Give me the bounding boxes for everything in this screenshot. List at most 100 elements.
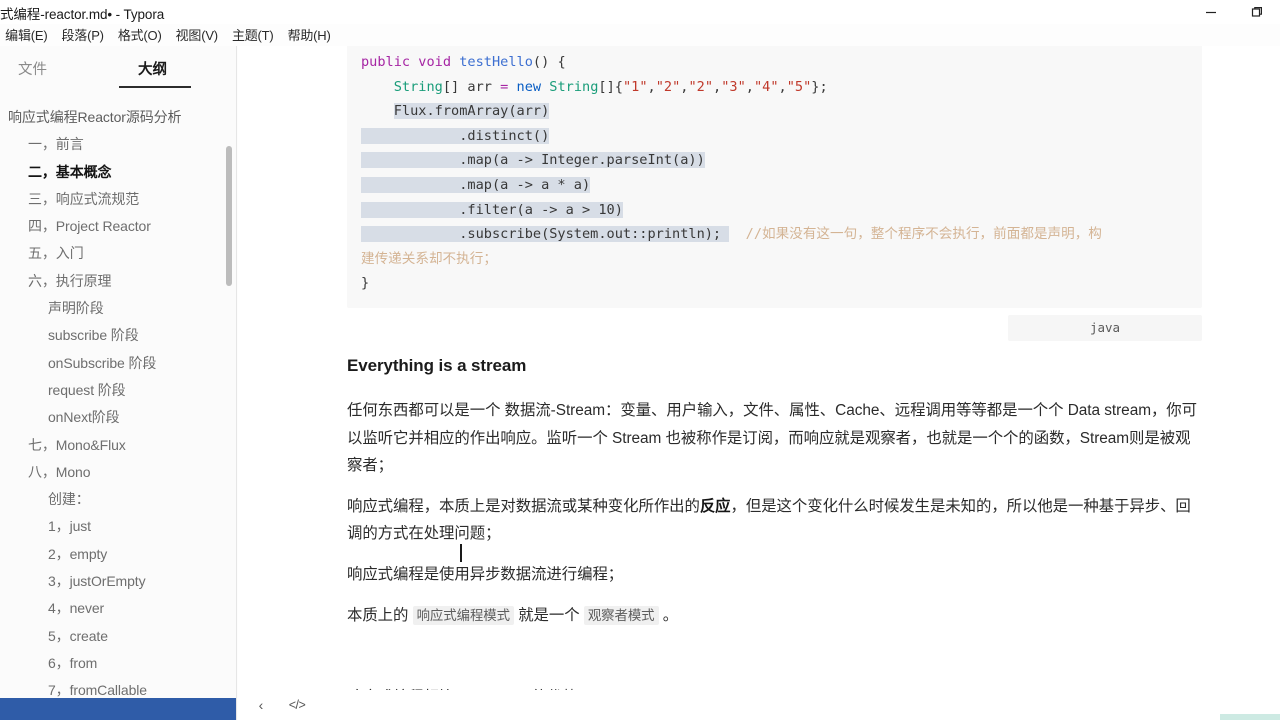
theme-menu[interactable]: 主题(T)	[225, 26, 281, 46]
outline-item[interactable]: 一，前言	[0, 131, 236, 158]
code-content[interactable]: public void testHello() { String[] arr =…	[347, 50, 1202, 296]
view-menu[interactable]: 视图(V)	[169, 26, 225, 46]
outline-item[interactable]: 2，empty	[0, 541, 236, 568]
paragraph-menu[interactable]: 段落(P)	[54, 26, 110, 46]
desktop-edge-strip	[1220, 714, 1280, 720]
text-caret	[460, 544, 462, 562]
tab-files[interactable]: 文件	[18, 58, 47, 79]
code-token: ,	[745, 78, 754, 95]
code-token: void	[418, 54, 452, 70]
outline-item[interactable]: 六，执行原理	[0, 268, 236, 295]
code-line[interactable]: public void testHello() {	[361, 50, 1202, 75]
page-heading: Everything is a stream	[347, 356, 527, 375]
help-menu[interactable]: 帮助(H)	[281, 26, 338, 46]
code-token: .subscribe(System.out::println);	[393, 226, 730, 243]
code-token: []	[442, 78, 468, 95]
outline-list: 响应式编程Reactor源码分析 一，前言 二，基本概念 三，响应式流规范 四，Proj…	[0, 104, 236, 715]
code-token: .map(a -> a * a)	[393, 176, 591, 193]
code-token	[361, 152, 394, 169]
code-token: .filter(a -> a > 10)	[393, 201, 623, 218]
tab-active-indicator	[119, 86, 191, 88]
code-token: }	[361, 275, 370, 292]
minimize-icon[interactable]	[1188, 0, 1234, 24]
window-controls	[1188, 0, 1280, 24]
code-token: ,	[778, 78, 787, 95]
code-token: Flux.fromArray(arr)	[393, 103, 550, 120]
code-token	[361, 226, 394, 243]
outline-item[interactable]: 6，from	[0, 650, 236, 677]
code-token: "1"	[622, 78, 648, 95]
code-line[interactable]: .map(a -> Integer.parseInt(a))	[361, 148, 1202, 173]
format-menu[interactable]: 格式(O)	[111, 26, 169, 46]
window-title: 式编程-reactor.md• - Typora	[0, 7, 165, 22]
code-token	[361, 127, 394, 144]
outline-item[interactable]: 5，create	[0, 623, 236, 650]
code-token: testHello	[459, 54, 533, 70]
code-token: "3"	[721, 78, 746, 95]
title-bar: 式编程-reactor.md• - Typora	[0, 0, 1280, 24]
code-token: 建传递关系却不执行；	[361, 250, 497, 267]
sidebar-tabs: 文件 大纲	[0, 46, 236, 88]
outline-item[interactable]: 创建：	[0, 486, 236, 513]
code-line[interactable]: .filter(a -> a > 10)	[361, 198, 1202, 223]
outline-item[interactable]: 五，入门	[0, 240, 236, 267]
paragraph-async-stream[interactable]: 响应式编程是使用异步数据流进行编程；	[347, 561, 1205, 589]
code-token: .map(a -> Integer.parseInt(a))	[393, 152, 705, 169]
paragraph-observer-pattern[interactable]: 本质上的 响应式编程模式 就是一个 观察者模式 。	[347, 602, 1205, 630]
code-line[interactable]: .distinct()	[361, 124, 1202, 149]
code-language-label[interactable]: java	[1008, 314, 1202, 341]
outline-item[interactable]: 声明阶段	[0, 295, 236, 322]
code-token	[361, 176, 394, 193]
outline-item[interactable]: subscribe 阶段	[0, 322, 236, 349]
tab-outline[interactable]: 大纲	[138, 58, 167, 79]
outline-item[interactable]: onSubscribe 阶段	[0, 350, 236, 377]
code-token	[361, 201, 394, 218]
outline-item[interactable]: request 阶段	[0, 377, 236, 404]
code-token: String	[549, 78, 599, 95]
outline-item[interactable]: 1，just	[0, 513, 236, 540]
code-token: };	[811, 78, 828, 95]
code-token: "5"	[786, 78, 812, 95]
outline-item[interactable]: 三，响应式流规范	[0, 186, 236, 213]
paragraph-stream-definition[interactable]: 任何东西都可以是一个 数据流-Stream：变量、用户输入，文件、属性、Cach…	[347, 397, 1205, 480]
outline-item[interactable]: 响应式编程Reactor源码分析	[0, 104, 236, 131]
outline-item[interactable]: onNext阶段	[0, 404, 236, 431]
taskbar-strip	[0, 698, 236, 720]
code-token: "4"	[753, 78, 779, 95]
code-line[interactable]: .map(a -> a * a)	[361, 173, 1202, 198]
editor-content[interactable]: public void testHello() { String[] arr =…	[238, 46, 1280, 720]
paragraph-reactive-essence[interactable]: 响应式编程，本质上是对数据流或某种变化所作出的反应，但是这个变化什么时候发生是未…	[347, 493, 1205, 548]
code-token: () {	[532, 54, 566, 70]
code-line[interactable]: String[] arr = new String[]{"1","2","2",…	[361, 75, 1202, 100]
outline-item[interactable]: 七，Mono&Flux	[0, 432, 236, 459]
outline-item[interactable]: 二，基本概念	[0, 159, 236, 186]
collapse-sidebar-icon[interactable]: ‹	[248, 694, 274, 716]
outline-item[interactable]: 八，Mono	[0, 459, 236, 486]
code-token: "2"	[688, 78, 714, 95]
code-token: //如果没有这一句，整个程序不会执行，前面都是声明，构	[729, 226, 1102, 243]
sidebar: 文件 大纲 响应式编程Reactor源码分析 一，前言 二，基本概念 三，响应式流规范…	[0, 46, 237, 720]
source-code-mode-icon[interactable]: </>	[284, 694, 310, 716]
code-token: []{	[598, 78, 623, 95]
code-line[interactable]: .subscribe(System.out::println); //如果没有这…	[361, 222, 1202, 247]
outline-item[interactable]: 4，never	[0, 595, 236, 622]
edit-menu[interactable]: 编辑(E)	[0, 26, 54, 46]
status-bar: ‹ </>	[238, 690, 1280, 720]
code-token: "2"	[655, 78, 681, 95]
code-line[interactable]: Flux.fromArray(arr)	[361, 99, 1202, 124]
maximize-icon[interactable]	[1234, 0, 1280, 24]
typora-window: 式编程-reactor.md• - Typora ) 编辑(E) 段落(P) 格…	[0, 0, 1280, 720]
code-line[interactable]: 建传递关系却不执行；	[361, 247, 1202, 272]
code-token: new	[516, 78, 542, 95]
code-line[interactable]: }	[361, 271, 1202, 296]
code-token: public	[361, 54, 411, 70]
code-block-java[interactable]: public void testHello() { String[] arr =…	[347, 46, 1202, 341]
outline-item[interactable]: 3，justOrEmpty	[0, 568, 236, 595]
code-token: String	[393, 78, 443, 95]
outline-item[interactable]: 四，Project Reactor	[0, 213, 236, 240]
prose-body: Everything is a stream 任何东西都可以是一个 数据流-St…	[347, 356, 1205, 720]
sidebar-scrollbar[interactable]	[226, 146, 232, 286]
